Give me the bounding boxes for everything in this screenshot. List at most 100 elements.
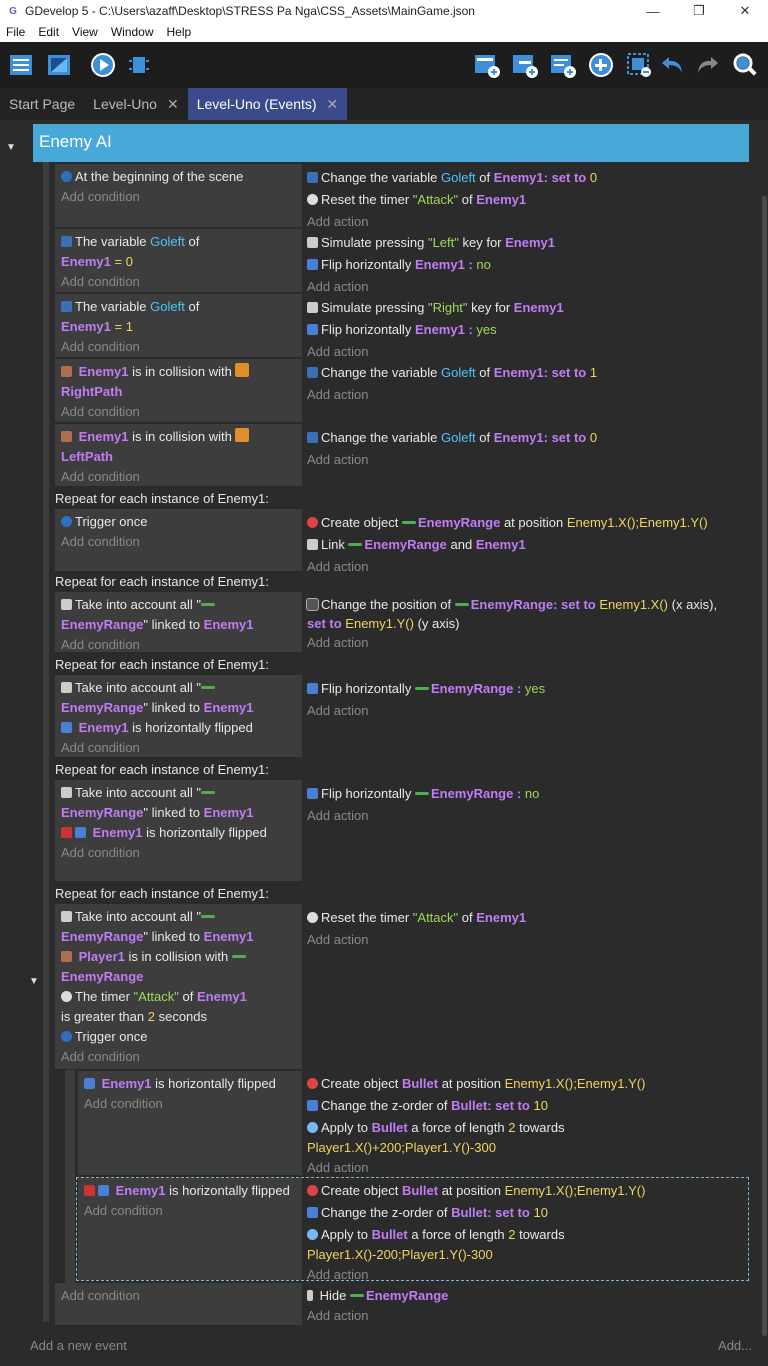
- condition[interactable]: At the beginning of the scene: [61, 167, 296, 187]
- action[interactable]: Change the variable Goleft of Enemy1: se…: [307, 362, 748, 384]
- conditions[interactable]: The variable Goleft of Enemy1 = 0 Add con…: [55, 229, 302, 292]
- add-condition[interactable]: Add condition: [61, 402, 296, 422]
- condition[interactable]: Trigger once: [61, 512, 296, 532]
- subevent-row[interactable]: Enemy1 is horizontally flipped Add condi…: [78, 1071, 748, 1175]
- vertical-scrollbar[interactable]: [762, 196, 767, 1336]
- debugger-button[interactable]: [124, 50, 154, 80]
- condition[interactable]: Take into account all " EnemyRange" linke…: [61, 907, 296, 947]
- redo-button[interactable]: [692, 50, 722, 80]
- action[interactable]: Hide EnemyRange: [307, 1286, 748, 1306]
- actions[interactable]: Change the variable Goleft of Enemy1: se…: [307, 164, 748, 233]
- conditions[interactable]: At the beginning of the scene Add condit…: [55, 164, 302, 227]
- event-row[interactable]: Take into account all " EnemyRange" linke…: [55, 904, 748, 1069]
- conditions[interactable]: Enemy1 is in collision with RightPath Ad…: [55, 359, 302, 422]
- action[interactable]: Change the z-order of Bullet: set to 10: [307, 1203, 748, 1223]
- actions[interactable]: Simulate pressing "Left" key for Enemy1 …: [307, 229, 748, 298]
- action[interactable]: Link EnemyRange and Enemy1: [307, 534, 748, 556]
- group-header[interactable]: Enemy AI: [33, 124, 749, 162]
- subevent-row[interactable]: Enemy1 is horizontally flipped Add condi…: [78, 1178, 748, 1282]
- action[interactable]: Apply to Bullet a force of length 2 towa…: [307, 1118, 748, 1158]
- add-action[interactable]: Add action: [307, 556, 748, 578]
- condition[interactable]: The timer "Attack" of Enemy1 is greater t…: [61, 987, 296, 1027]
- add-condition[interactable]: Add condition: [61, 532, 296, 552]
- action[interactable]: Flip horizontally Enemy1 : no: [307, 254, 748, 276]
- event-row[interactable]: Take into account all " EnemyRange" linke…: [55, 780, 748, 881]
- add-condition[interactable]: Add condition: [61, 738, 296, 758]
- add-action[interactable]: Add action: [307, 1306, 748, 1326]
- action[interactable]: Create object Bullet at position Enemy1.…: [307, 1181, 748, 1201]
- repeat-header[interactable]: Repeat for each instance of Enemy1:: [55, 760, 269, 779]
- event-row[interactable]: Trigger once Add condition Create object…: [55, 509, 748, 574]
- add-condition[interactable]: Add condition: [61, 272, 296, 292]
- condition[interactable]: Trigger once: [61, 1027, 296, 1047]
- action[interactable]: Reset the timer "Attack" of Enemy1: [307, 907, 748, 929]
- condition[interactable]: Enemy1 is horizontally flipped: [61, 718, 296, 738]
- add-action[interactable]: Add action: [307, 449, 748, 471]
- conditions[interactable]: Take into account all " EnemyRange" linke…: [55, 780, 302, 881]
- add-action[interactable]: Add action: [307, 633, 748, 652]
- add-more-button[interactable]: Add...: [718, 1338, 752, 1353]
- close-button[interactable]: ✕: [722, 3, 768, 19]
- repeat-header[interactable]: Repeat for each instance of Enemy1:: [55, 572, 269, 591]
- conditions[interactable]: Enemy1 is in collision with LeftPath Add…: [55, 424, 302, 486]
- actions[interactable]: Flip horizontally EnemyRange : yes Add a…: [307, 675, 748, 722]
- minimize-button[interactable]: —: [630, 4, 676, 19]
- actions[interactable]: Change the variable Goleft of Enemy1: se…: [307, 424, 748, 471]
- menu-edit[interactable]: Edit: [38, 25, 59, 39]
- actions[interactable]: Change the variable Goleft of Enemy1: se…: [307, 359, 748, 406]
- conditions[interactable]: Enemy1 is horizontally flipped Add condi…: [78, 1071, 302, 1175]
- repeat-header[interactable]: Repeat for each instance of Enemy1:: [55, 655, 269, 674]
- add-condition[interactable]: Add condition: [61, 467, 296, 487]
- action[interactable]: Change the variable Goleft of Enemy1: se…: [307, 167, 748, 189]
- tab-start-page[interactable]: Start Page: [0, 88, 84, 120]
- add-condition[interactable]: Add condition: [61, 635, 296, 655]
- action[interactable]: Apply to Bullet a force of length 2 towa…: [307, 1225, 748, 1265]
- repeat-header[interactable]: Repeat for each instance of Enemy1:: [55, 489, 269, 508]
- event-row[interactable]: The variable Goleft of Enemy1 = 1 Add con…: [55, 294, 748, 359]
- actions[interactable]: Simulate pressing "Right" key for Enemy1…: [307, 294, 748, 363]
- add-action[interactable]: Add action: [307, 1158, 748, 1178]
- project-manager-button[interactable]: [6, 50, 36, 80]
- add-condition[interactable]: Add condition: [61, 187, 296, 207]
- condition[interactable]: The variable Goleft of Enemy1 = 0: [61, 232, 296, 272]
- event-row[interactable]: Take into account all " EnemyRange" linke…: [55, 592, 748, 652]
- add-condition[interactable]: Add condition: [61, 843, 296, 863]
- add-action[interactable]: Add action: [307, 929, 748, 951]
- scene-properties-button[interactable]: [44, 50, 74, 80]
- actions[interactable]: Reset the timer "Attack" of Enemy1 Add a…: [307, 904, 748, 951]
- conditions[interactable]: Trigger once Add condition: [55, 509, 302, 571]
- add-condition[interactable]: Add condition: [84, 1201, 296, 1221]
- preview-button[interactable]: [88, 50, 118, 80]
- action[interactable]: Simulate pressing "Right" key for Enemy1: [307, 297, 748, 319]
- conditions[interactable]: Take into account all " EnemyRange" linke…: [55, 904, 302, 1069]
- add-condition[interactable]: Add condition: [61, 1286, 296, 1306]
- event-row[interactable]: Add condition Hide EnemyRange Add action: [55, 1283, 748, 1325]
- add-new-event-button[interactable]: Add a new event: [30, 1338, 127, 1353]
- condition[interactable]: Enemy1 is horizontally flipped: [61, 823, 296, 843]
- action[interactable]: Create object Bullet at position Enemy1.…: [307, 1074, 748, 1094]
- event-row[interactable]: Enemy1 is in collision with RightPath Ad…: [55, 359, 748, 422]
- actions[interactable]: Flip horizontally EnemyRange : no Add ac…: [307, 780, 748, 827]
- action[interactable]: Flip horizontally EnemyRange : no: [307, 783, 748, 805]
- add-action[interactable]: Add action: [307, 1265, 748, 1285]
- add-action[interactable]: Add action: [307, 805, 748, 827]
- actions[interactable]: Hide EnemyRange Add action: [307, 1283, 748, 1326]
- condition[interactable]: Take into account all " EnemyRange" linke…: [61, 678, 296, 718]
- add-subevent-button[interactable]: [510, 50, 540, 80]
- actions[interactable]: Create object Bullet at position Enemy1.…: [307, 1071, 748, 1178]
- add-event-button[interactable]: [472, 50, 502, 80]
- collapse-event-icon[interactable]: ▼: [29, 976, 39, 987]
- action[interactable]: Flip horizontally Enemy1 : yes: [307, 319, 748, 341]
- actions[interactable]: Create object EnemyRange at position Ene…: [307, 509, 748, 578]
- delete-selection-button[interactable]: [624, 50, 654, 80]
- condition[interactable]: Enemy1 is horizontally flipped: [84, 1074, 296, 1094]
- conditions[interactable]: Add condition: [55, 1283, 302, 1325]
- maximize-button[interactable]: ❐: [676, 3, 722, 19]
- add-condition[interactable]: Add condition: [61, 1047, 296, 1067]
- condition[interactable]: Enemy1 is in collision with LeftPath: [61, 427, 296, 467]
- action[interactable]: Flip horizontally EnemyRange : yes: [307, 678, 748, 700]
- actions[interactable]: Create object Bullet at position Enemy1.…: [307, 1178, 748, 1285]
- condition[interactable]: Player1 is in collision with EnemyRange: [61, 947, 296, 987]
- tab-level-uno-events[interactable]: Level-Uno (Events) ✕: [187, 88, 348, 120]
- condition[interactable]: Take into account all " EnemyRange" linke…: [61, 595, 296, 635]
